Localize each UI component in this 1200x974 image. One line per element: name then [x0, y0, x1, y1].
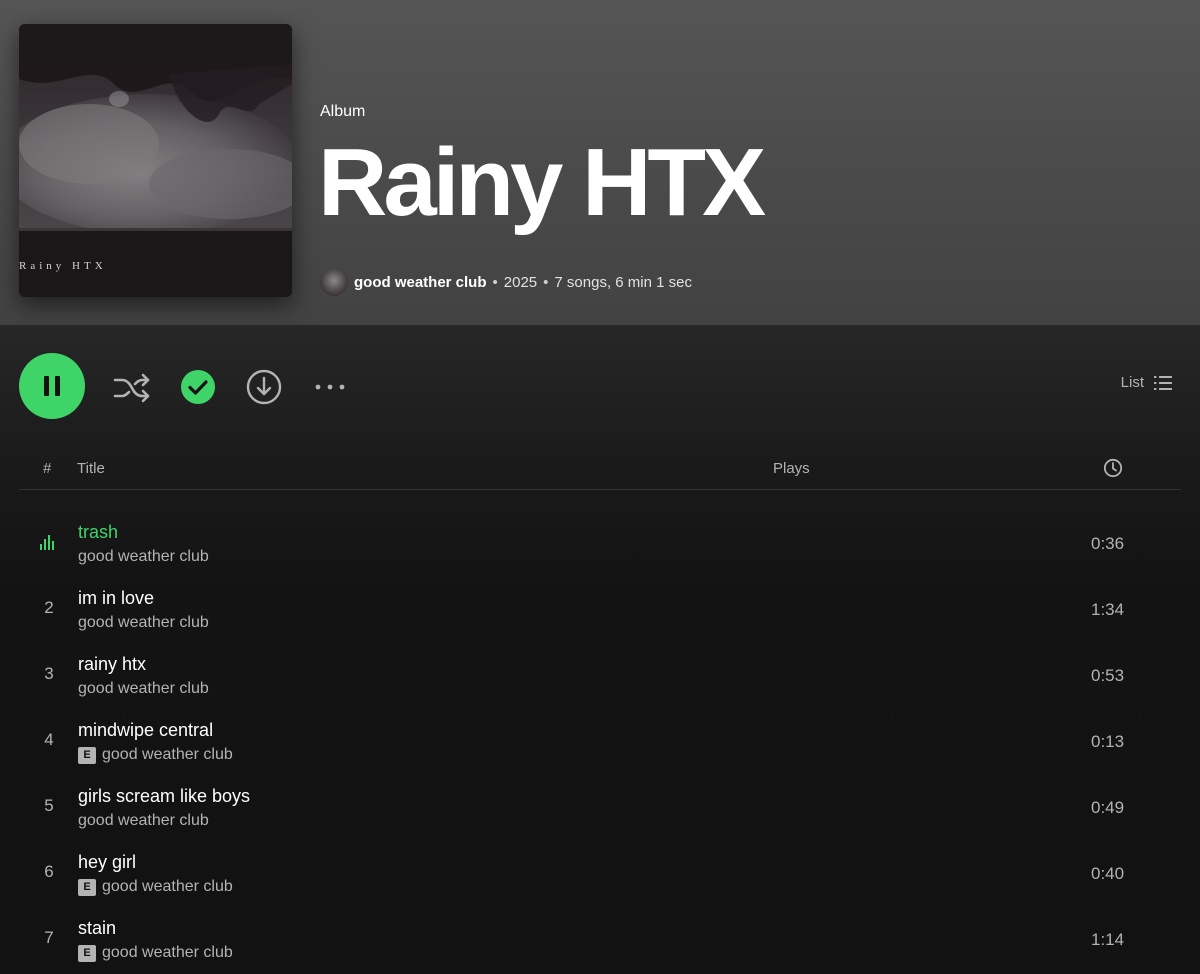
- track-number: 7: [44, 928, 54, 947]
- track-artist[interactable]: good weather club: [102, 944, 233, 962]
- tracklist-header: # Title Plays: [19, 452, 1181, 490]
- track-row[interactable]: 6 hey girl E good weather club 0:40: [19, 842, 1181, 908]
- track-title[interactable]: rainy htx: [78, 654, 146, 675]
- album-cover-art: [19, 24, 292, 297]
- track-artist-line: good weather club: [78, 812, 209, 830]
- track-row[interactable]: 4 mindwipe central E good weather club 0…: [19, 710, 1181, 776]
- album-meta: good weather club • 2025 • 7 songs, 6 mi…: [320, 268, 692, 296]
- artist-link[interactable]: good weather club: [354, 274, 487, 291]
- track-artist-line: good weather club: [78, 548, 209, 566]
- column-title: Title: [77, 460, 105, 477]
- track-number: 3: [44, 664, 54, 683]
- track-title[interactable]: girls scream like boys: [78, 786, 250, 807]
- view-mode-label: List: [1120, 374, 1144, 391]
- track-row[interactable]: trash good weather club 0:36: [19, 512, 1181, 578]
- track-duration: 0:36: [1091, 534, 1125, 553]
- track-artist[interactable]: good weather club: [102, 878, 233, 896]
- track-number: 4: [44, 730, 54, 749]
- track-duration: 0:53: [1091, 666, 1125, 685]
- track-artist[interactable]: good weather club: [78, 680, 209, 698]
- track-duration: 0:40: [1091, 864, 1125, 883]
- shuffle-icon: [113, 373, 150, 403]
- track-artist-line: E good weather club: [78, 944, 233, 962]
- download-button[interactable]: [245, 368, 283, 406]
- album-year: 2025: [503, 273, 538, 291]
- album-type-label: Album: [320, 103, 366, 120]
- track-artist-line: E good weather club: [78, 878, 233, 896]
- tracklist: trash good weather club 0:36 2 im in lov…: [19, 512, 1181, 974]
- more-options-button[interactable]: [311, 370, 349, 404]
- track-title[interactable]: im in love: [78, 588, 154, 609]
- shuffle-button[interactable]: [112, 368, 152, 408]
- pause-icon: [44, 376, 60, 396]
- pause-button[interactable]: [19, 353, 85, 419]
- track-artist[interactable]: good weather club: [78, 614, 209, 632]
- album-cover-text: Rainy HTX: [19, 260, 107, 272]
- track-artist[interactable]: good weather club: [78, 812, 209, 830]
- track-title[interactable]: mindwipe central: [78, 720, 213, 741]
- track-artist-line: E good weather club: [78, 746, 233, 764]
- explicit-badge: E: [78, 944, 96, 962]
- track-duration: 0:13: [1091, 732, 1125, 751]
- column-number: #: [43, 460, 52, 477]
- track-number: 5: [44, 796, 54, 815]
- explicit-badge: E: [78, 746, 96, 764]
- track-row[interactable]: 5 girls scream like boys good weather cl…: [19, 776, 1181, 842]
- track-duration: 0:49: [1091, 798, 1125, 817]
- explicit-badge: E: [78, 878, 96, 896]
- track-artist-line: good weather club: [78, 680, 209, 698]
- track-duration: 1:34: [1091, 600, 1125, 619]
- clock-icon: [1103, 458, 1123, 478]
- list-icon: [1154, 375, 1172, 390]
- more-dots-icon: [315, 384, 345, 390]
- track-artist-line: good weather club: [78, 614, 209, 632]
- track-row[interactable]: 7 stain E good weather club 1:14: [19, 908, 1181, 974]
- meta-separator: •: [543, 273, 549, 291]
- column-plays: Plays: [773, 460, 810, 477]
- track-row[interactable]: 3 rainy htx good weather club 0:53: [19, 644, 1181, 710]
- artist-avatar[interactable]: [320, 268, 348, 296]
- view-mode-toggle[interactable]: List: [1121, 374, 1172, 391]
- saved-to-library-button[interactable]: [179, 368, 217, 406]
- track-title[interactable]: trash: [78, 522, 118, 543]
- album-title: Rainy HTX: [318, 129, 766, 236]
- track-row[interactable]: 2 im in love good weather club 1:34: [19, 578, 1181, 644]
- meta-separator: •: [492, 273, 498, 291]
- track-number: 6: [44, 862, 54, 881]
- column-duration: [1103, 458, 1123, 482]
- track-duration: 1:14: [1091, 930, 1125, 949]
- check-circle-icon: [181, 370, 215, 404]
- album-summary: 7 songs, 6 min 1 sec: [554, 273, 692, 291]
- album-page: Rainy HTX Album Rainy HTX good weather c…: [0, 0, 1200, 974]
- track-title[interactable]: stain: [78, 918, 116, 939]
- album-cover[interactable]: Rainy HTX: [19, 24, 292, 297]
- track-title[interactable]: hey girl: [78, 852, 136, 873]
- track-artist[interactable]: good weather club: [78, 548, 209, 566]
- track-number: 2: [44, 598, 54, 617]
- album-header: Rainy HTX Album Rainy HTX good weather c…: [0, 0, 1200, 325]
- track-artist[interactable]: good weather club: [102, 746, 233, 764]
- now-playing-equalizer-icon: [40, 535, 54, 550]
- download-icon: [246, 369, 282, 405]
